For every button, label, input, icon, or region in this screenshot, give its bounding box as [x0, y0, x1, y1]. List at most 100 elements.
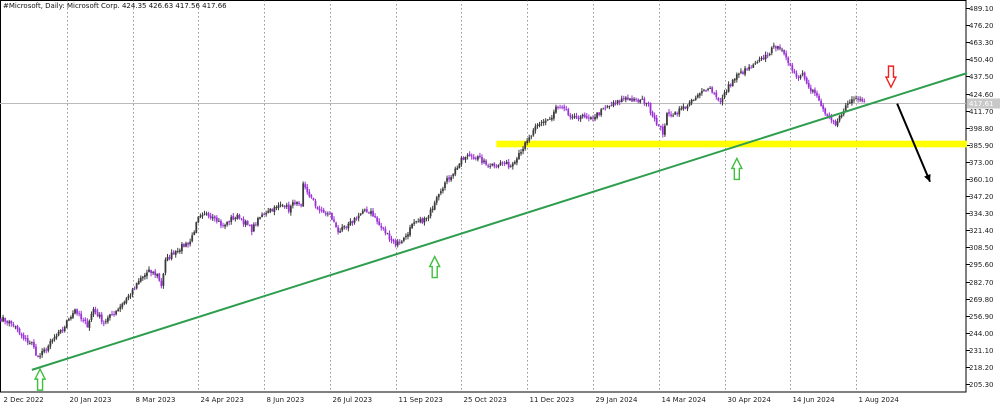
candle-bull [696, 94, 699, 98]
candle-bull [764, 54, 767, 60]
candle-bear [345, 226, 348, 228]
candle-bull [104, 321, 107, 323]
candle-bear [822, 105, 825, 110]
price-chart[interactable]: 2 Dec 2022 20 Jan 2023 8 Mar 2023 24 Apr 20… [0, 0, 1000, 408]
candle-bear [618, 100, 621, 103]
candle-bull [686, 105, 689, 109]
candle-bear [80, 313, 83, 320]
candle-bear [158, 273, 161, 281]
candle-bull [191, 235, 194, 242]
candle-bull [267, 211, 270, 213]
candle-bull [59, 329, 62, 333]
candle-bull [476, 156, 479, 160]
candle-bull [427, 216, 430, 219]
candle-bull [799, 75, 802, 78]
candle-bear [583, 114, 586, 118]
candle-bear [209, 215, 212, 219]
candle-bull [489, 166, 492, 167]
candle-bull [72, 313, 74, 318]
candle-bull [633, 98, 635, 101]
candle-bull [672, 115, 675, 117]
candle-bear [713, 92, 716, 94]
candle-bull [117, 309, 120, 312]
candle-bull [125, 298, 128, 303]
resistance-zone [496, 140, 968, 148]
candle-bear [857, 98, 859, 100]
candle-bear [569, 115, 572, 118]
y-tick-label: 244.00 [969, 330, 994, 338]
candle-bull [415, 221, 418, 223]
candle-bear [795, 73, 798, 77]
candle-bull [663, 125, 666, 135]
candle-bull [838, 115, 841, 121]
candle-bear [809, 87, 812, 92]
candle-bear [485, 160, 487, 165]
candle-bear [785, 53, 788, 58]
candle-bull [166, 256, 169, 261]
candle-bull [620, 98, 623, 102]
candle-bull [744, 68, 746, 75]
candle-bull [90, 313, 93, 320]
candle-bull [2, 317, 4, 322]
candle-bear [797, 76, 800, 78]
x-tick-label: 11 Dec 2023 [530, 396, 575, 404]
candle-bear [472, 156, 475, 159]
candle-bull [754, 63, 757, 65]
candle-bear [803, 72, 806, 79]
y-tick-label: 321.40 [969, 227, 994, 235]
candle-bear [575, 115, 578, 119]
candle-bull [425, 217, 428, 219]
y-tick-label: 489.10 [969, 5, 994, 13]
candle-bull [456, 167, 459, 170]
candle-bull [573, 115, 576, 117]
candle-bull [195, 222, 198, 233]
candle-bear [814, 89, 816, 94]
support-trendline [31, 72, 968, 371]
candle-bear [818, 95, 820, 101]
candle-bear [316, 206, 319, 210]
candle-bull [88, 320, 91, 328]
candle-bull [458, 163, 461, 168]
candle-bull [524, 142, 527, 149]
candle-bear [150, 270, 152, 274]
candle-bull [698, 93, 701, 96]
candle-bear [392, 239, 395, 242]
candle-bull [55, 335, 58, 338]
candle-bull [28, 343, 31, 344]
candle-bear [94, 309, 97, 313]
candle-bull [505, 161, 508, 165]
candle-bull [442, 188, 444, 192]
candle-bear [705, 90, 707, 92]
candle-bull [740, 71, 742, 73]
candle-bull [39, 355, 41, 357]
candle-bull [14, 326, 17, 328]
candle-bear [779, 46, 781, 50]
candle-bull [534, 126, 537, 131]
candle-bull [396, 241, 399, 246]
x-tick-label: 14 Mar 2024 [662, 396, 707, 404]
up-arrow-marker [730, 156, 743, 181]
candle-bull [581, 114, 584, 117]
candle-bull [146, 272, 148, 277]
candle-bull [185, 243, 187, 247]
candle-bull [538, 123, 541, 126]
y-tick-label: 282.70 [969, 279, 994, 287]
candle-bull [700, 91, 703, 94]
candle-bear [12, 324, 15, 326]
y-tick-label: 308.50 [969, 244, 994, 252]
y-tick-label: 295.60 [969, 261, 994, 269]
candle-bull [141, 276, 144, 279]
candle-bear [390, 238, 393, 241]
candle-bear [565, 109, 568, 110]
candle-bull [546, 119, 549, 121]
candle-bull [624, 97, 627, 100]
candle-bull [731, 80, 734, 87]
candle-bull [123, 301, 126, 304]
candle-bear [742, 72, 744, 74]
candle-bear [559, 107, 561, 109]
candle-bear [300, 204, 303, 206]
candle-bear [643, 98, 646, 104]
candle-bull [341, 226, 344, 231]
candle-bull [678, 108, 681, 115]
candle-bear [649, 103, 652, 113]
